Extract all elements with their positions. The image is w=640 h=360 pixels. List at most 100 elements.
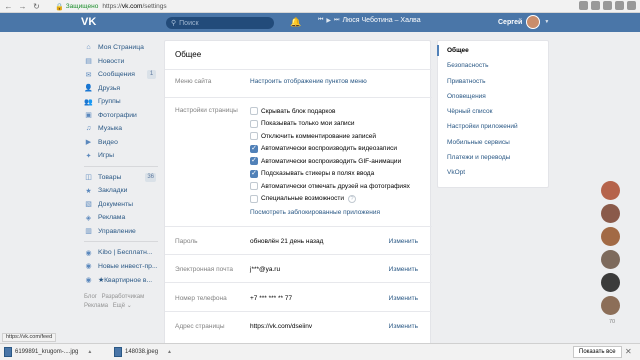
footer-link[interactable]: Ещё ⌄ [113,303,132,309]
friends-icon: 👤 [84,85,93,93]
close-icon[interactable]: ✕ [625,347,632,356]
player-track[interactable]: Люся Чеботина – Халва [342,17,420,24]
forward-icon[interactable]: → [17,1,28,12]
sidebar-item[interactable]: ◉ Kibo | Бесплатн... [84,246,160,260]
change-phone-button[interactable]: Изменить [389,295,418,302]
checkbox-row[interactable]: Специальные возможности? [250,193,410,206]
checkbox-row[interactable]: Автоматически отмечать друзей на фотогра… [250,180,410,193]
settings-nav-item[interactable]: Мобильные сервисы [438,135,548,150]
avatar[interactable] [601,204,620,223]
checkbox[interactable]: ✓ [250,169,258,178]
sidebar-item[interactable]: ◉ ★Квартирное в... [84,273,160,287]
sidebar-item[interactable]: ◉ Новые инвест-пр... [84,260,160,274]
sidebar-item[interactable]: 👤 Друзья [84,82,160,96]
next-icon[interactable]: ⏭ [334,17,339,24]
browser-toolbar: ← → ↻ 🔒 Защищено https://vk.com/settings [0,0,640,13]
checkbox-row[interactable]: ✓ Автоматически воспроизводить видеозапис… [250,143,410,156]
change-email-button[interactable]: Изменить [389,266,418,273]
sidebar-item[interactable]: ✦ Игры [84,149,160,163]
chevron-down-icon: ▼ [544,19,550,25]
prev-icon[interactable]: ⏮ [318,17,323,24]
sidebar-item[interactable]: ◫ Товары 36 [84,171,160,185]
extension-icon[interactable] [603,1,612,10]
checkbox[interactable]: ✓ [250,144,258,153]
footer-links: Блог Разработчикам Реклама Ещё ⌄ [84,293,160,311]
footer-link[interactable]: Реклама [84,303,108,309]
avatar[interactable] [601,273,620,292]
sidebar-item-label: Документы [98,200,134,208]
checkbox-row[interactable]: ✓ Подсказывать стикеры в полях ввода [250,168,410,181]
sidebar-item[interactable]: ⌂ Моя Страница [84,41,160,55]
sidebar-item-label: Реклама [98,214,126,222]
lock-icon: 🔒 [55,3,64,11]
settings-nav-item[interactable]: Оповещения [438,89,548,104]
download-item[interactable]: 6199891_krugom-....jpg ▲ [4,347,92,357]
sidebar-item[interactable]: ▥ Управление [84,225,160,239]
play-icon[interactable]: ▶ [326,17,331,24]
help-icon[interactable]: ? [347,194,356,203]
online-count[interactable]: 70 [601,319,623,325]
search-box[interactable]: ⚲ [166,17,274,29]
bookmark-star-icon[interactable] [579,1,588,10]
show-all-button[interactable]: Показать все [573,346,622,358]
avatar[interactable] [601,296,620,315]
sidebar-item[interactable]: ★ Закладки [84,184,160,198]
checkbox[interactable] [250,119,258,128]
sidebar-item[interactable]: ◈ Реклама [84,211,160,225]
menu-settings-link[interactable]: Настроить отображение пунктов меню [250,78,367,85]
app-icon: ◉ [85,276,92,284]
search-icon: ⚲ [171,20,177,27]
sidebar-item[interactable]: 👥 Группы [84,95,160,109]
checkbox-row[interactable]: Показывать только мои записи [250,118,410,131]
settings-nav-item[interactable]: Чёрный список [438,104,548,119]
chevron-up-icon[interactable]: ▲ [87,349,92,355]
checkbox[interactable] [250,107,258,116]
checkbox[interactable]: ✓ [250,157,258,166]
sidebar-item[interactable]: ▶ Видео [84,136,160,150]
change-address-button[interactable]: Изменить [389,323,418,330]
sidebar-item[interactable]: ✉ Сообщения 1 [84,68,160,82]
settings-nav-item[interactable]: Безопасность [438,58,548,73]
change-password-button[interactable]: Изменить [389,238,418,245]
groups-icon: 👥 [84,98,93,106]
checkbox[interactable] [250,194,258,203]
settings-nav-item[interactable]: Общее [437,43,548,58]
extension-icon[interactable] [591,1,600,10]
back-icon[interactable]: ← [3,1,14,12]
user-menu[interactable]: Сергей ▼ [498,15,549,29]
avatar[interactable] [601,227,620,246]
avatar[interactable] [601,250,620,269]
checkbox-row[interactable]: Скрывать блок подарков [250,105,410,118]
sidebar-item[interactable]: ♫ Музыка [84,122,160,136]
bell-icon[interactable]: 🔔 [290,17,301,28]
checkbox-row[interactable]: Отключить комментирование записей [250,130,410,143]
settings-nav-item[interactable]: Настройки приложений [438,119,548,134]
reload-icon[interactable]: ↻ [31,1,42,12]
vk-logo[interactable]: VK [81,16,98,29]
sidebar-item[interactable]: ▤ Новости [84,55,160,69]
search-input[interactable] [179,19,270,27]
audio-player[interactable]: ⏮ ▶ ⏭ Люся Чеботина – Халва [318,17,421,24]
avatar[interactable] [601,181,620,200]
chevron-up-icon[interactable]: ▲ [167,349,172,355]
settings-nav-item[interactable]: Платежи и переводы [438,150,548,165]
app-icon: ◉ [85,263,92,271]
menu-icon[interactable] [627,1,636,10]
sidebar-item[interactable]: ▣ Фотографии [84,109,160,123]
settings-nav-item[interactable]: Приватность [438,74,548,89]
footer-link[interactable]: Разработчикам [102,294,145,300]
footer-link[interactable]: Блог [84,294,97,300]
download-item[interactable]: 148038.jpeg ▲ [114,347,172,357]
checkbox[interactable] [250,182,258,191]
blocked-apps-link[interactable]: Посмотреть заблокированные приложения [250,209,380,216]
checkbox-label: Специальные возможности [261,195,344,203]
settings-nav-item[interactable]: VkOpt [438,165,548,180]
extension-icon[interactable] [615,1,624,10]
address-bar[interactable]: 🔒 Защищено https://vk.com/settings [55,1,555,12]
sidebar-item-label: Моя Страница [98,44,144,52]
sidebar-item[interactable]: ▧ Документы [84,198,160,212]
checkbox-row[interactable]: ✓ Автоматически воспроизводить GIF-анимац… [250,155,410,168]
checkbox[interactable] [250,132,258,141]
password-value: обновлён 21 день назад [250,238,324,245]
page-title: Общее [175,50,202,59]
